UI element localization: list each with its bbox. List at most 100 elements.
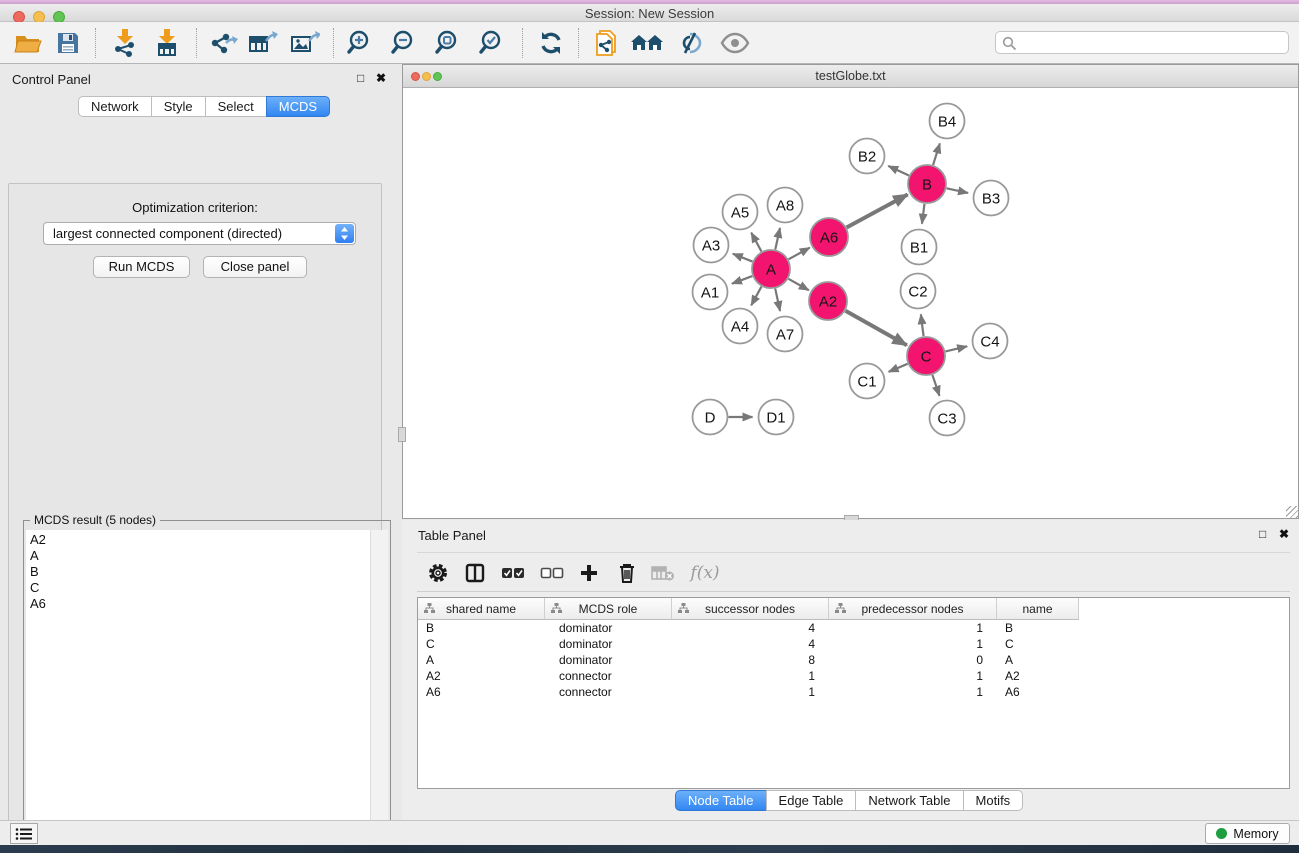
import-table-icon[interactable] — [150, 27, 184, 59]
tab-edge-table[interactable]: Edge Table — [766, 790, 857, 811]
optimization-criterion-dropdown[interactable]: largest connected component (directed) — [43, 222, 356, 245]
float-panel-icon[interactable]: □ — [357, 71, 364, 85]
float-panel-icon[interactable]: □ — [1259, 527, 1266, 541]
network-window-titlebar[interactable]: testGlobe.txt — [403, 65, 1298, 88]
settings-gear-icon[interactable] — [422, 557, 454, 589]
tab-style[interactable]: Style — [151, 96, 206, 117]
tab-mcds[interactable]: MCDS — [266, 96, 330, 117]
graph-edge-A-A6[interactable] — [789, 248, 810, 260]
graph-edge-B-B1[interactable] — [922, 204, 925, 224]
import-network-icon[interactable] — [108, 27, 142, 59]
deselect-all-icon[interactable] — [536, 557, 568, 589]
hide-details-icon[interactable] — [673, 27, 707, 59]
close-panel-icon[interactable]: ✖ — [1279, 527, 1289, 541]
graph-node-label-A1: A1 — [701, 285, 719, 302]
network-graph[interactable]: AA1A2A3A4A5A6A7A8BB1B2B3B4CC1C2C3C4DD1 — [403, 88, 1298, 518]
dropdown-value: largest connected component (directed) — [53, 226, 282, 241]
table-row[interactable]: Bdominator41B — [418, 620, 1289, 636]
mcds-result-item[interactable]: A — [26, 548, 370, 564]
close-panel-icon[interactable]: ✖ — [376, 71, 386, 85]
search-input[interactable] — [1022, 33, 1282, 52]
tab-select[interactable]: Select — [205, 96, 267, 117]
graph-edge-B-B4[interactable] — [933, 143, 940, 165]
session-from-network-icon[interactable] — [588, 27, 622, 59]
graph-edge-A-A7[interactable] — [775, 289, 780, 311]
mcds-result-item[interactable]: B — [26, 564, 370, 580]
run-mcds-button[interactable]: Run MCDS — [93, 256, 190, 278]
graph-edge-B-B2[interactable] — [888, 166, 909, 176]
table-row[interactable]: A2connector11A2 — [418, 668, 1289, 684]
graph-edge-A6-B[interactable] — [847, 194, 908, 227]
function-builder-button[interactable]: f(x) — [685, 557, 725, 589]
mcds-result-item[interactable]: A2 — [26, 532, 370, 548]
graph-edge-A-A2[interactable] — [788, 279, 808, 290]
mcds-result-item[interactable]: C — [26, 580, 370, 596]
task-history-button[interactable] — [10, 823, 38, 844]
table-row[interactable]: Adominator80A — [418, 652, 1289, 668]
resize-grip[interactable] — [1286, 506, 1298, 518]
graph-edge-A-A1[interactable] — [732, 276, 752, 284]
graph-edge-B-B3[interactable] — [947, 188, 969, 193]
graph-edge-A-A5[interactable] — [751, 233, 761, 252]
graph-node-label-A4: A4 — [731, 319, 749, 336]
mcds-result-scrollbar[interactable] — [370, 530, 388, 853]
zoom-selected-icon[interactable] — [476, 27, 510, 59]
tab-network[interactable]: Network — [78, 96, 152, 117]
export-image-icon[interactable] — [288, 27, 322, 59]
table-cell: 1 — [672, 684, 829, 700]
mcds-result-title: MCDS result (5 nodes) — [30, 513, 160, 527]
column-header-MCDS-role[interactable]: MCDS role — [545, 598, 672, 620]
close-panel-button[interactable]: Close panel — [203, 256, 307, 278]
network-view-window: testGlobe.txt AA1A2A3A4A5A6A7A8BB1B2B3B4… — [402, 64, 1299, 519]
column-header-shared-name[interactable]: shared name — [418, 598, 545, 620]
graph-edge-C-C3[interactable] — [932, 375, 939, 396]
graph-node-label-C2: C2 — [908, 284, 927, 301]
mcds-result-box: MCDS result (5 nodes) A2ABCA6 — [23, 520, 391, 853]
table-cell: A6 — [997, 684, 1079, 700]
column-header-name[interactable]: name — [997, 598, 1079, 620]
dropdown-stepper-icon — [335, 224, 354, 243]
graph-node-label-B: B — [922, 177, 932, 194]
mcds-panel: Optimization criterion: largest connecte… — [8, 183, 382, 853]
open-session-icon[interactable] — [11, 27, 45, 59]
delete-column-icon[interactable] — [611, 557, 643, 589]
table-row[interactable]: A6connector11A6 — [418, 684, 1289, 700]
export-network-icon[interactable] — [206, 27, 240, 59]
table-cell: connector — [545, 684, 672, 700]
eye-icon[interactable] — [718, 27, 752, 59]
memory-button[interactable]: Memory — [1205, 823, 1290, 844]
zoom-out-icon[interactable] — [388, 27, 422, 59]
column-selector-icon[interactable] — [459, 557, 491, 589]
table-row[interactable]: Cdominator41C — [418, 636, 1289, 652]
export-table-icon[interactable] — [246, 27, 280, 59]
tab-node-table[interactable]: Node Table — [675, 790, 767, 811]
save-session-icon[interactable] — [51, 27, 85, 59]
graph-edge-A-A3[interactable] — [733, 254, 753, 262]
mcds-result-item[interactable]: A6 — [26, 596, 370, 612]
splitter-handle[interactable] — [398, 427, 406, 442]
zoom-in-icon[interactable] — [344, 27, 378, 59]
graph-edge-C-C4[interactable] — [945, 346, 967, 351]
home-icon[interactable] — [630, 27, 664, 59]
graph-edge-A2-C[interactable] — [845, 311, 906, 345]
titlebar: Session: New Session — [0, 4, 1299, 22]
graph-edge-A-A4[interactable] — [751, 287, 761, 306]
network-canvas[interactable]: AA1A2A3A4A5A6A7A8BB1B2B3B4CC1C2C3C4DD1 — [403, 88, 1298, 518]
column-header-predecessor-nodes[interactable]: predecessor nodes — [829, 598, 997, 620]
delete-table-icon — [647, 557, 679, 589]
column-header-successor-nodes[interactable]: successor nodes — [672, 598, 829, 620]
table-panel-title: Table Panel — [418, 528, 486, 543]
add-column-icon[interactable] — [573, 557, 605, 589]
graph-node-label-C4: C4 — [980, 334, 999, 351]
graph-node-label-B2: B2 — [858, 149, 876, 166]
select-all-icon[interactable] — [497, 557, 529, 589]
zoom-fit-icon[interactable] — [432, 27, 466, 59]
tab-motifs[interactable]: Motifs — [963, 790, 1024, 811]
graph-edge-C-C2[interactable] — [921, 314, 924, 336]
graph-edge-C-C1[interactable] — [889, 364, 908, 372]
application-window: Session: New Session — [0, 0, 1299, 853]
tab-network-table[interactable]: Network Table — [855, 790, 963, 811]
memory-status-icon — [1216, 828, 1227, 839]
graph-edge-A-A8[interactable] — [775, 228, 780, 250]
refresh-icon[interactable] — [534, 27, 568, 59]
